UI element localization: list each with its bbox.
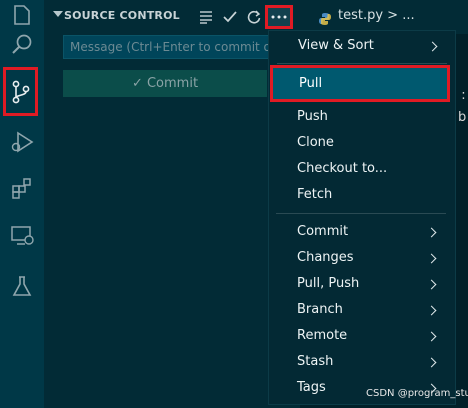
commit-button[interactable]: ✓ Commit <box>63 70 267 97</box>
extensions-icon[interactable] <box>0 164 44 212</box>
python-file-icon <box>318 11 332 30</box>
remote-explorer-icon[interactable] <box>0 212 44 260</box>
activity-bar <box>0 0 44 408</box>
more-actions-button[interactable] <box>265 5 293 29</box>
search-icon[interactable] <box>0 20 44 68</box>
code-fragment: b <box>458 110 467 125</box>
source-control-panel: SOURCE CONTROL <box>44 0 300 408</box>
refresh-icon[interactable] <box>247 9 261 28</box>
panel-title: SOURCE CONTROL <box>64 9 180 22</box>
menu-item-view-sort[interactable]: View & Sort <box>269 35 455 59</box>
source-control-icon[interactable] <box>3 67 38 116</box>
chevron-right-icon <box>427 41 438 52</box>
commit-message-input[interactable]: Message (Ctrl+Enter to commit o... <box>63 35 271 59</box>
view-as-tree-icon[interactable] <box>199 9 213 28</box>
testing-icon[interactable] <box>0 262 44 310</box>
checkmark-icon[interactable] <box>223 9 237 28</box>
menu-item-pull[interactable]: Pull <box>270 65 450 102</box>
run-debug-icon[interactable] <box>0 118 44 166</box>
watermark: CSDN @program_study <box>366 388 468 399</box>
panel-header: SOURCE CONTROL <box>44 0 300 34</box>
editor-tab[interactable]: test.py > ... <box>338 8 415 23</box>
chevron-down-icon[interactable] <box>53 11 63 17</box>
menu-divider <box>277 63 447 64</box>
menu-item-label: Pull <box>299 76 323 91</box>
menu-item-label: View & Sort <box>298 38 374 53</box>
